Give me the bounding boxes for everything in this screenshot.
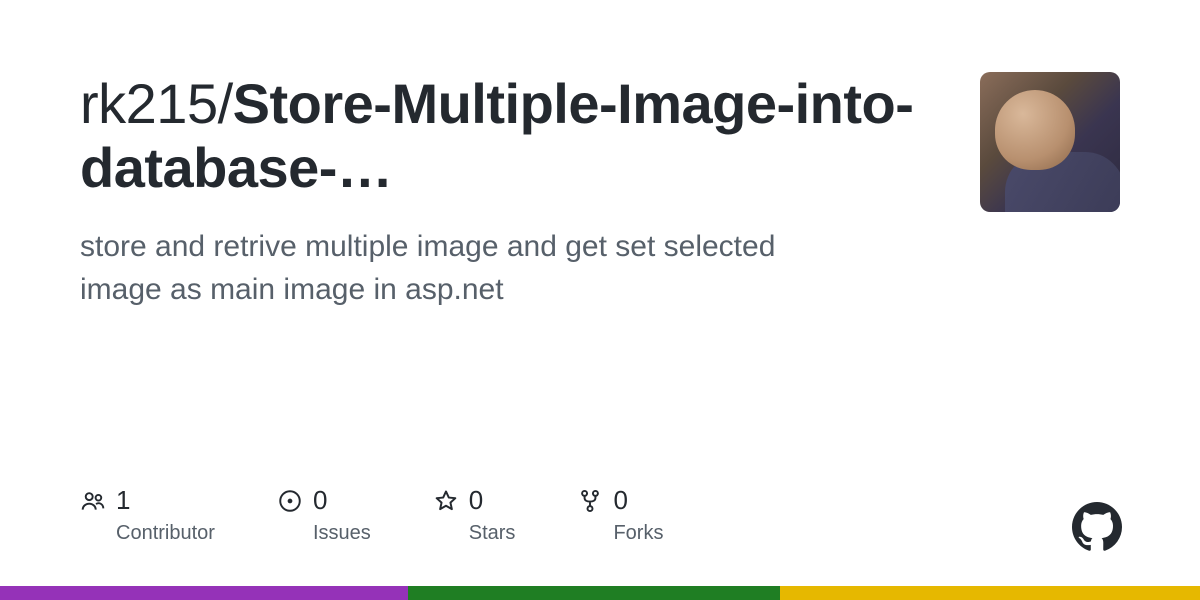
stat-label: Forks	[613, 522, 663, 545]
stat-label: Issues	[313, 522, 371, 545]
people-icon	[80, 488, 106, 514]
language-segment	[780, 586, 1200, 600]
stat-label: Stars	[469, 522, 516, 545]
stat-contributors[interactable]: 1 Contributor	[80, 485, 215, 545]
star-icon	[433, 488, 459, 514]
stat-stars[interactable]: 0 Stars	[433, 485, 516, 545]
stat-value: 0	[469, 485, 483, 516]
stats-row: 1 Contributor 0 Issues 0 Stars	[80, 485, 663, 545]
header-row: rk215/Store-Multiple-Image-into-database…	[80, 72, 1120, 312]
language-bar	[0, 586, 1200, 600]
repo-card: rk215/Store-Multiple-Image-into-database…	[0, 0, 1200, 600]
stat-value: 0	[613, 485, 627, 516]
stat-value: 1	[116, 485, 130, 516]
repo-title[interactable]: rk215/Store-Multiple-Image-into-database…	[80, 72, 940, 201]
stat-value: 0	[313, 485, 327, 516]
stat-issues[interactable]: 0 Issues	[277, 485, 371, 545]
language-segment	[0, 586, 408, 600]
github-logo-icon[interactable]	[1072, 502, 1122, 552]
stat-label: Contributor	[116, 522, 215, 545]
language-segment	[408, 586, 780, 600]
repo-description: store and retrive multiple image and get…	[80, 225, 860, 312]
stat-forks[interactable]: 0 Forks	[577, 485, 663, 545]
fork-icon	[577, 488, 603, 514]
repo-owner[interactable]: rk215	[80, 72, 218, 135]
issue-icon	[277, 488, 303, 514]
text-column: rk215/Store-Multiple-Image-into-database…	[80, 72, 940, 312]
avatar[interactable]	[980, 72, 1120, 212]
owner-separator: /	[218, 72, 233, 135]
